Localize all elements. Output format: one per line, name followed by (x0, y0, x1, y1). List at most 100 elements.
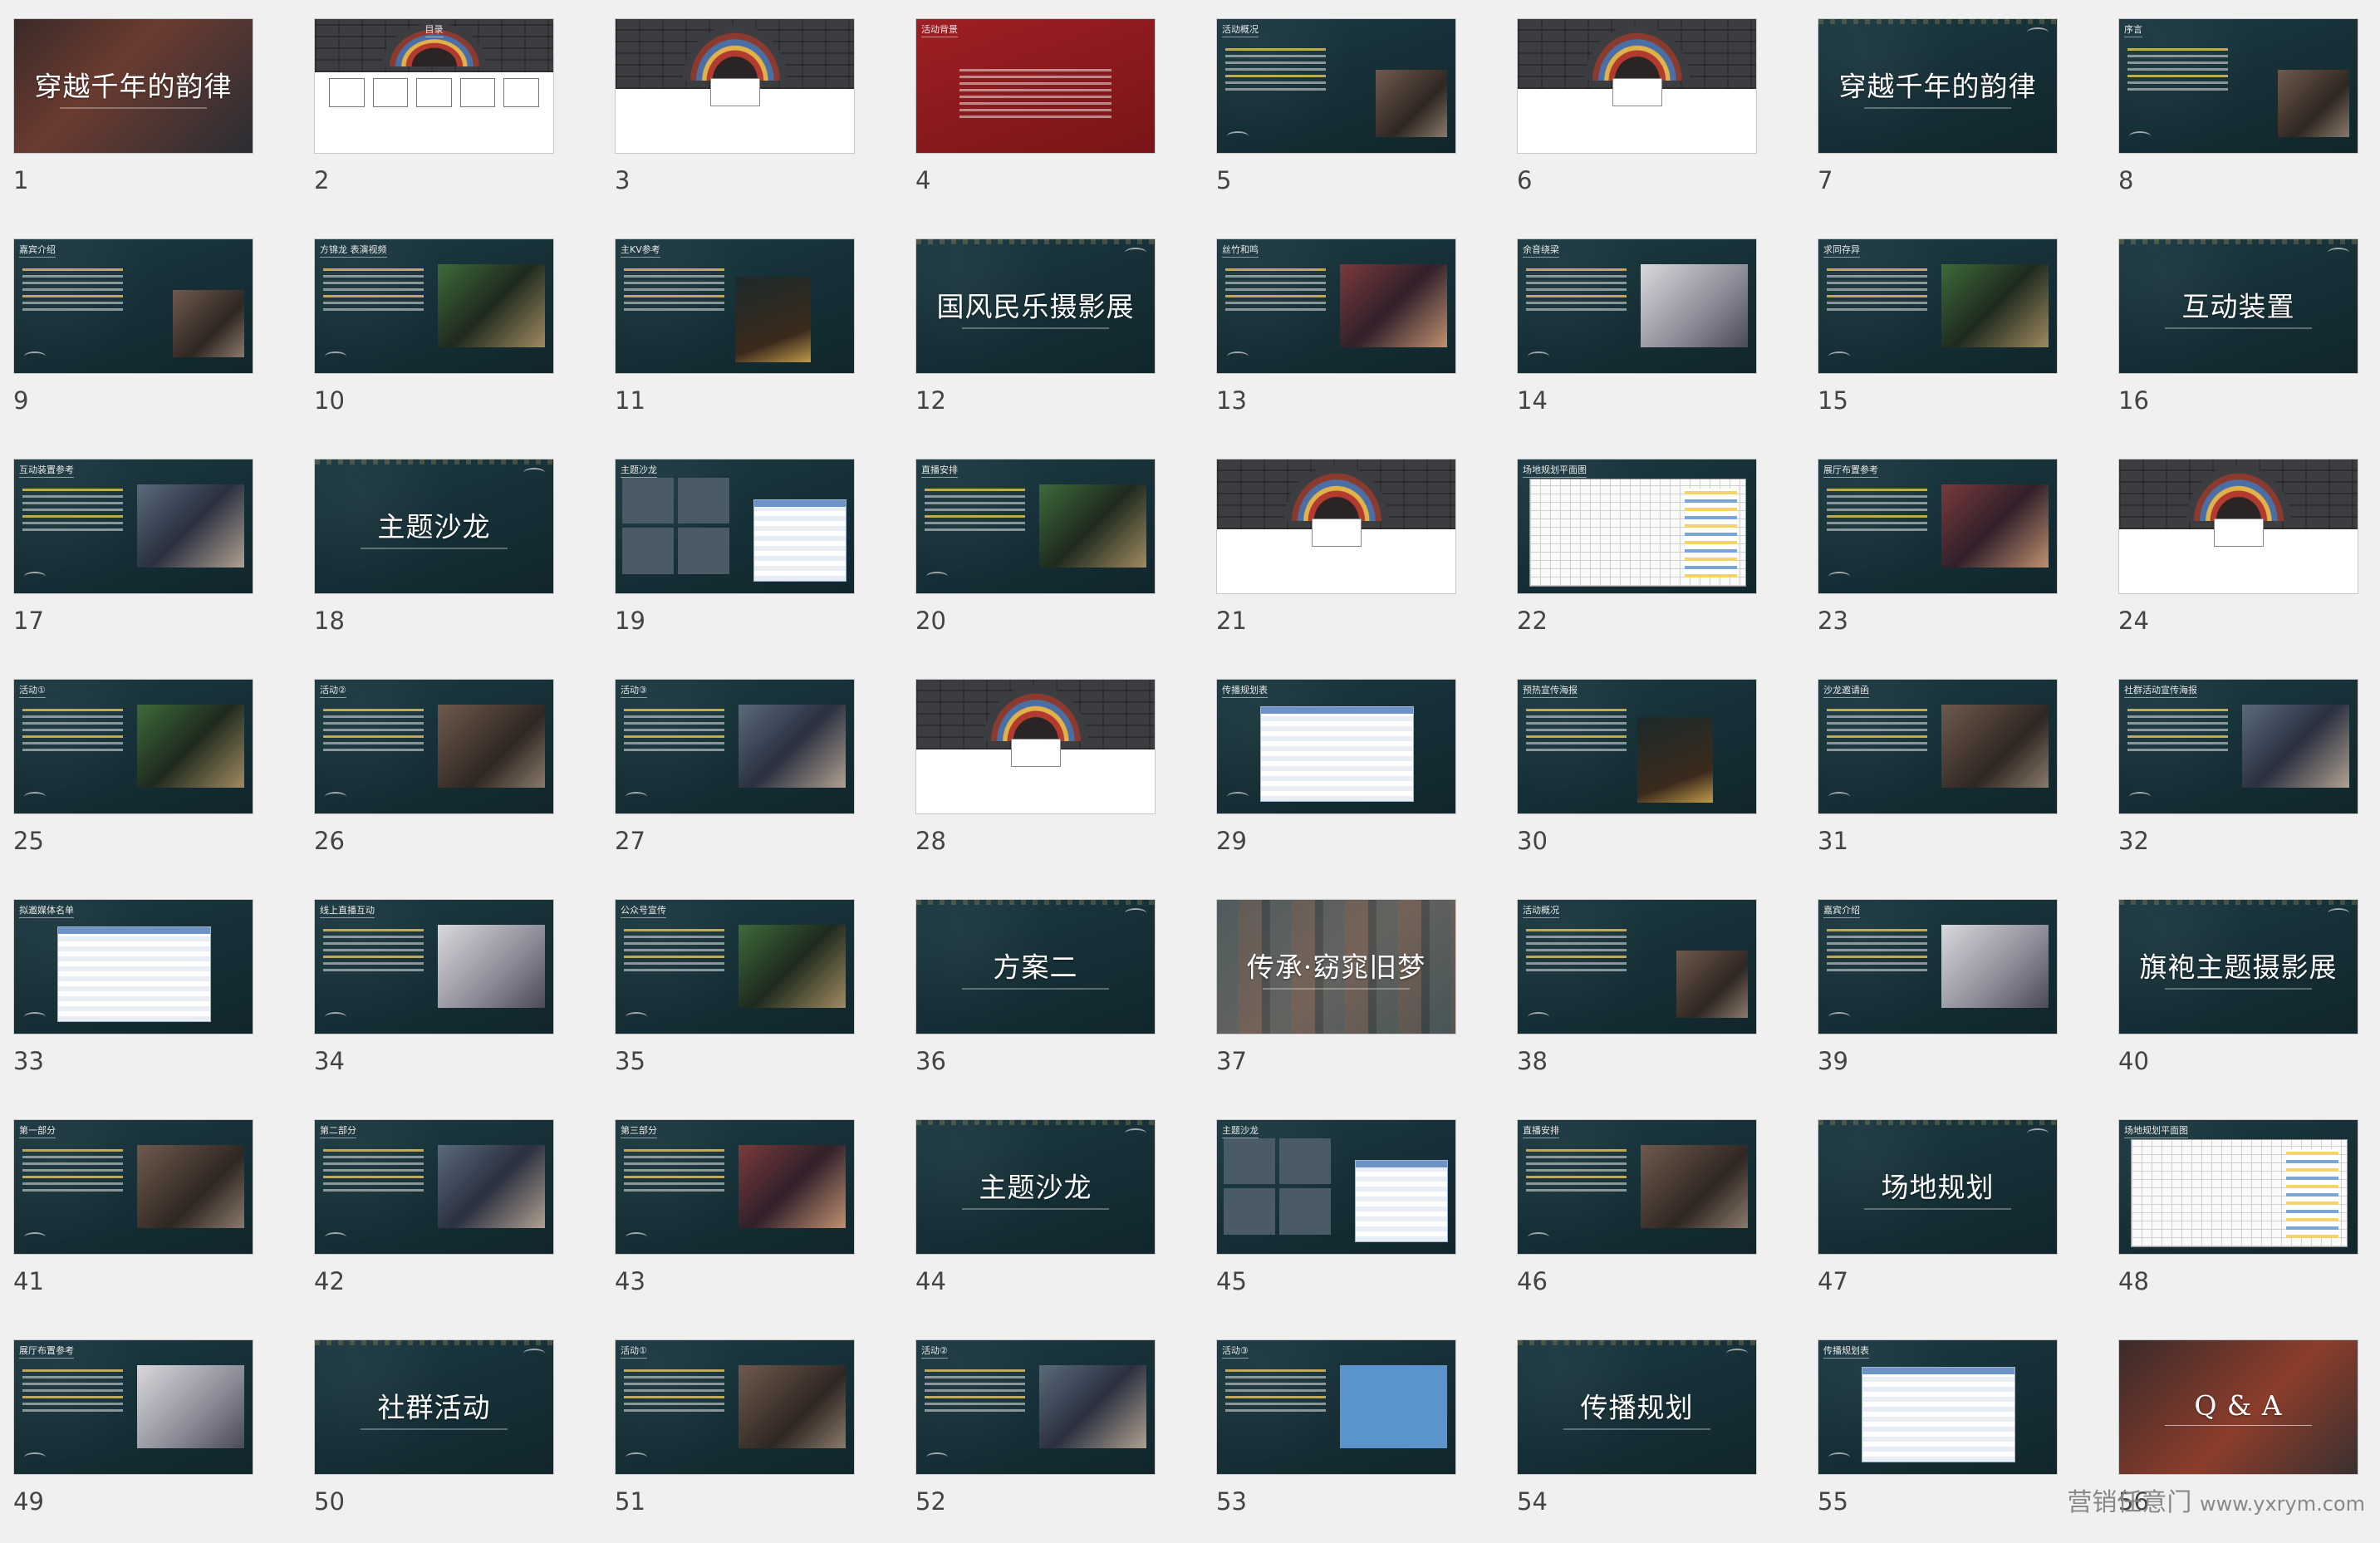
slide-thumbnail[interactable]: 传播规划表 (1818, 1339, 2058, 1475)
text-line (323, 742, 424, 744)
slide-thumbnail[interactable]: 直播安排 (915, 459, 1156, 594)
slide-thumbnail[interactable]: 线上直播互动 (314, 899, 554, 1034)
slide-thumbnail[interactable]: 旗袍主题摄影展 (2118, 899, 2358, 1034)
slide-thumbnail[interactable]: 第二部分 (314, 1119, 554, 1255)
text-line (624, 1182, 724, 1185)
text-line (2127, 722, 2228, 725)
text-line (624, 268, 724, 271)
text-line (323, 275, 424, 278)
slide-thumbnail[interactable]: 第一部分 (13, 1119, 253, 1255)
slide-thumbnail[interactable]: 主题沙龙 (314, 459, 554, 594)
slide-thumbnail[interactable]: 传播规划 (1517, 1339, 1757, 1475)
slide-image (1038, 484, 1146, 568)
crane-icon (24, 572, 46, 582)
text-line (22, 1156, 123, 1158)
slide-text-block (22, 264, 123, 315)
slide-thumbnail[interactable]: 公众号宣传 (615, 899, 855, 1034)
slide-thumbnail[interactable]: 社群活动 (314, 1339, 554, 1475)
slide-thumbnail[interactable] (915, 679, 1156, 814)
slide-thumbnail[interactable] (2118, 459, 2358, 594)
text-line (22, 722, 123, 725)
pattern-border (916, 239, 1155, 244)
slide-thumbnail[interactable]: 穿越千年的韵律 (1818, 18, 2058, 154)
slide-thumbnail[interactable]: 主题沙龙 (1216, 1119, 1456, 1255)
text-line (22, 502, 123, 504)
slide-title-text: 穿越千年的韵律 (34, 70, 233, 102)
text-line (323, 1176, 424, 1178)
ornament-arch (2186, 464, 2291, 521)
slide-image (1941, 264, 2049, 347)
slide-number: 6 (1517, 166, 1533, 194)
text-line (2127, 88, 2228, 91)
slide-thumbnail[interactable]: 社群活动宣传海报 (2118, 679, 2358, 814)
slide-thumbnail[interactable]: 互动装置 (2118, 238, 2358, 374)
crane-icon (1828, 351, 1850, 361)
slide-thumbnail[interactable]: 主题沙龙 (915, 1119, 1156, 1255)
slide-thumbnail[interactable]: 传承·窈窕旧梦 (1216, 899, 1456, 1034)
slide-thumbnail[interactable]: 嘉宾介绍 (13, 238, 253, 374)
slide-thumbnail[interactable]: 展厅布置参考 (13, 1339, 253, 1475)
slide-image (2277, 70, 2349, 137)
slide-thumbnail[interactable]: 传播规划表 (1216, 679, 1456, 814)
slide-thumbnail[interactable] (615, 18, 855, 154)
pattern-border (1518, 1340, 1756, 1345)
slide-heading: 活动② (921, 1344, 948, 1359)
slide-thumbnail[interactable]: 拟邀媒体名单 (13, 899, 253, 1034)
text-line (925, 1383, 1025, 1385)
text-line (2127, 742, 2228, 744)
title-rule (961, 327, 1110, 328)
text-line (2127, 75, 2228, 77)
slide-thumbnail[interactable]: 嘉宾介绍 (1818, 899, 2058, 1034)
slide-number: 27 (615, 827, 645, 855)
slide-thumbnail[interactable]: 场地规划平面图 (2118, 1119, 2358, 1255)
slide-thumbnail[interactable]: 序言 (2118, 18, 2358, 154)
slide-thumbnail[interactable]: 活动背景 (915, 18, 1156, 154)
agenda-item (329, 77, 365, 108)
slide-title: 国风民乐摄影展 (916, 284, 1155, 328)
slide-thumbnail[interactable]: 求同存异 (1818, 238, 2058, 374)
agenda-item (503, 77, 539, 108)
slide-cell: 主题沙龙 45 (1203, 1103, 1502, 1323)
slide-cell: 社群活动 50 (301, 1323, 600, 1543)
slide-thumbnail[interactable]: 活动③ (1216, 1339, 1456, 1475)
slide-thumbnail[interactable]: 主题沙龙 (615, 459, 855, 594)
slide-thumbnail[interactable]: 主KV参考 (615, 238, 855, 374)
slide-number: 15 (1818, 386, 1848, 415)
slide-thumbnail[interactable]: 方锦龙 表演视频 (314, 238, 554, 374)
slide-heading: 第三部分 (621, 1123, 657, 1138)
slide-thumbnail[interactable]: 余音绕梁 (1517, 238, 1757, 374)
slide-thumbnail[interactable]: 活动③ (615, 679, 855, 814)
slide-thumbnail[interactable]: 活动概况 (1517, 899, 1757, 1034)
slide-thumbnail[interactable]: 场地规划 (1818, 1119, 2058, 1255)
text-line (1225, 295, 1326, 297)
slide-thumbnail[interactable]: 活动① (13, 679, 253, 814)
slide-thumbnail[interactable] (1216, 459, 1456, 594)
crane-icon (325, 351, 346, 361)
text-line (925, 509, 1025, 511)
slide-thumbnail[interactable]: 目录 (314, 18, 554, 154)
slide-thumbnail[interactable]: 展厅布置参考 (1818, 459, 2058, 594)
slide-thumbnail[interactable]: 场地规划平面图 (1517, 459, 1757, 594)
slide-cell: 旗袍主题摄影展 40 (2105, 882, 2380, 1103)
slide-thumbnail[interactable]: 沙龙邀请函 (1818, 679, 2058, 814)
text-line (1225, 1383, 1326, 1385)
text-line (624, 735, 724, 738)
slide-number: 43 (615, 1267, 645, 1295)
slide-thumbnail[interactable]: 第三部分 (615, 1119, 855, 1255)
slide-thumbnail[interactable]: 丝竹和鸣 (1216, 238, 1456, 374)
slide-thumbnail[interactable]: 互动装置参考 (13, 459, 253, 594)
slide-text-block (1225, 264, 1326, 315)
slide-thumbnail[interactable]: 活动概况 (1216, 18, 1456, 154)
slide-thumbnail[interactable]: 直播安排 (1517, 1119, 1757, 1255)
slide-thumbnail[interactable]: 活动② (314, 679, 554, 814)
slide-thumbnail[interactable]: 国风民乐摄影展 (915, 238, 1156, 374)
text-line (22, 489, 123, 491)
slide-thumbnail[interactable] (1517, 18, 1757, 154)
slide-thumbnail[interactable]: 活动① (615, 1339, 855, 1475)
slide-thumbnail[interactable]: 方案二 (915, 899, 1156, 1034)
slide-number: 18 (314, 607, 345, 635)
slide-thumbnail[interactable]: Q & A (2118, 1339, 2358, 1475)
slide-thumbnail[interactable]: 预热宣传海报 (1517, 679, 1757, 814)
slide-thumbnail[interactable]: 穿越千年的韵律 (13, 18, 253, 154)
slide-thumbnail[interactable]: 活动② (915, 1339, 1156, 1475)
